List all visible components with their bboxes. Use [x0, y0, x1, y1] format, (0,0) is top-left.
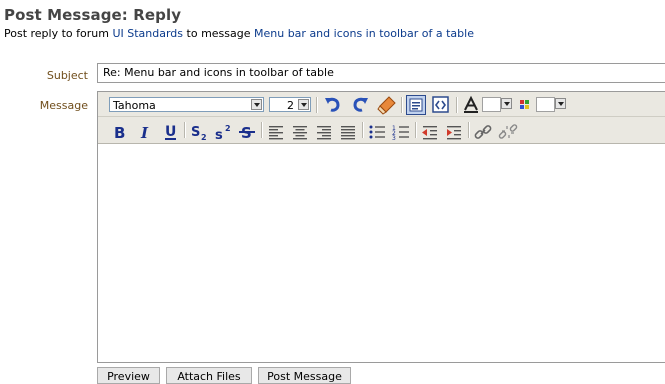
background-color-swatch[interactable] [536, 97, 555, 112]
toolbar-separator [362, 122, 364, 138]
italic-icon[interactable]: I [136, 122, 156, 142]
chevron-down-icon[interactable] [251, 99, 262, 110]
text-color-dropdown[interactable] [500, 97, 513, 112]
message-label: Message [39, 99, 88, 112]
font-size-select[interactable]: 2 [269, 97, 311, 112]
design-view-icon[interactable] [406, 95, 426, 115]
message-link[interactable]: Menu bar and icons in toolbar of a table [254, 27, 474, 40]
post-message-button[interactable]: Post Message [258, 367, 351, 384]
toolbar-separator [456, 97, 458, 113]
page-title: Post Message: Reply [4, 6, 182, 24]
editor-toolbar-row-1: Tahoma 2 [98, 92, 665, 117]
svg-text:B: B [114, 124, 125, 142]
svg-text:S: S [191, 125, 200, 140]
numbered-list-icon[interactable]: 123 [391, 122, 411, 142]
justify-icon[interactable] [338, 122, 358, 142]
subject-label: Subject [46, 69, 88, 82]
font-family-value: Tahoma [113, 99, 156, 112]
bullet-list-icon[interactable] [367, 122, 387, 142]
unlink-icon[interactable] [498, 122, 518, 142]
background-color-dropdown[interactable] [554, 97, 567, 112]
chevron-down-icon[interactable] [501, 98, 512, 109]
subtitle-middle: to message [183, 27, 254, 40]
message-body-area[interactable] [98, 144, 665, 362]
align-left-icon[interactable] [266, 122, 286, 142]
svg-text:U: U [165, 124, 176, 140]
indent-icon[interactable] [444, 122, 464, 142]
font-family-select[interactable]: Tahoma [109, 97, 264, 112]
source-view-icon[interactable] [431, 95, 451, 115]
superscript-icon[interactable]: s2 [213, 122, 233, 142]
toolbar-separator [401, 97, 403, 113]
undo-icon[interactable] [323, 95, 343, 115]
toolbar-separator [468, 122, 470, 138]
align-center-icon[interactable] [290, 122, 310, 142]
chevron-down-icon[interactable] [298, 99, 309, 110]
attach-files-button[interactable]: Attach Files [166, 367, 252, 384]
svg-text:I: I [140, 124, 149, 142]
text-color-swatch[interactable] [482, 97, 501, 112]
eraser-icon[interactable] [377, 95, 397, 115]
preview-button[interactable]: Preview [97, 367, 160, 384]
redo-icon[interactable] [350, 95, 370, 115]
svg-text:2: 2 [225, 124, 231, 133]
message-editor: Tahoma 2 B I U S 2 s 2 1 2 3 [97, 91, 665, 363]
toolbar-separator [415, 122, 417, 138]
svg-text:3: 3 [392, 135, 396, 142]
editor-toolbar-row-2: B I U S2 s2 S [98, 117, 665, 144]
forum-link[interactable]: UI Standards [112, 27, 183, 40]
link-icon[interactable] [473, 122, 493, 142]
outdent-icon[interactable] [420, 122, 440, 142]
subject-field[interactable]: Re: Menu bar and icons in toolbar of tab… [97, 63, 665, 83]
chevron-down-icon[interactable] [555, 98, 566, 109]
text-color-icon[interactable] [461, 95, 481, 115]
page-subtitle: Post reply to forum UI Standards to mess… [4, 27, 474, 40]
toolbar-separator [184, 122, 186, 138]
toolbar-separator [261, 122, 263, 138]
underline-icon[interactable]: U [161, 122, 181, 142]
svg-text:s: s [215, 128, 223, 142]
subscript-icon[interactable]: S2 [189, 122, 209, 142]
font-size-value: 2 [287, 99, 294, 112]
subtitle-prefix: Post reply to forum [4, 27, 113, 40]
svg-text:2: 2 [201, 133, 207, 142]
bold-icon[interactable]: B [110, 122, 130, 142]
strikethrough-icon[interactable]: S [238, 122, 258, 142]
background-color-icon[interactable] [516, 95, 536, 115]
align-right-icon[interactable] [314, 122, 334, 142]
toolbar-separator [316, 97, 318, 113]
